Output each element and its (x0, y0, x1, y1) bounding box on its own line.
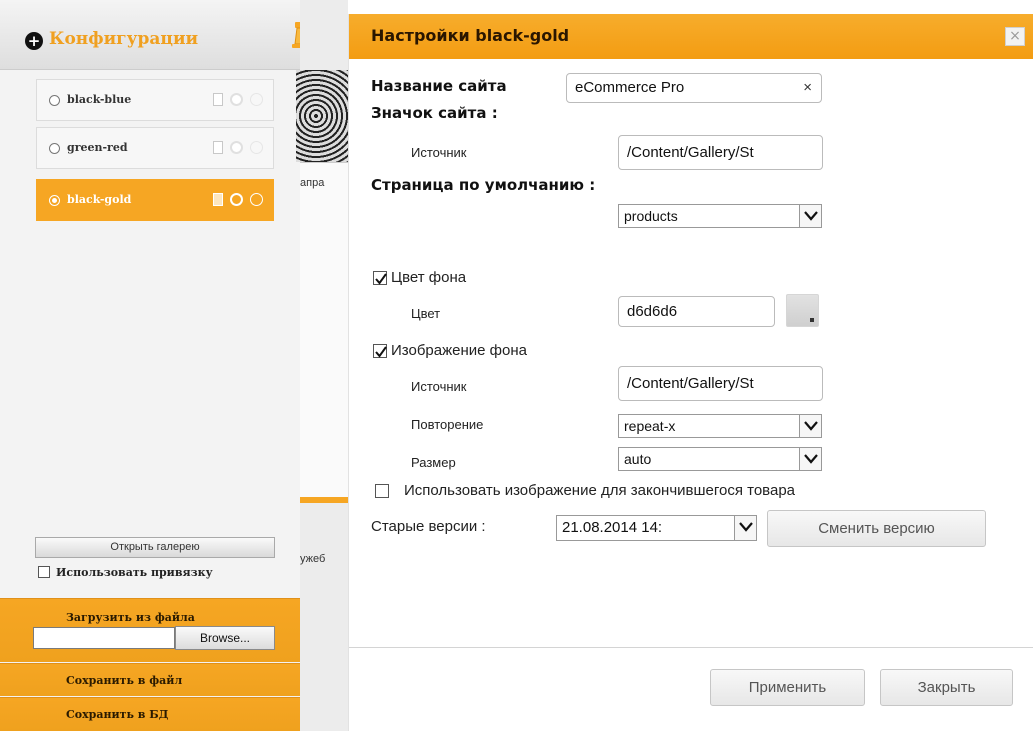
config-item-label: black-blue (67, 93, 132, 106)
bg-source-label: Источник (411, 379, 467, 394)
chevron-down-icon[interactable] (799, 415, 821, 437)
old-version-select[interactable]: 21.08.2014 14: (556, 515, 757, 541)
checkmark-icon (375, 346, 387, 358)
configurations-panel: + Конфигурации black-blue green-red blac… (0, 0, 312, 731)
edit-icon[interactable] (230, 92, 244, 106)
config-radio[interactable] (49, 195, 60, 206)
size-label: Размер (411, 455, 456, 470)
dialog-footer-divider (349, 647, 1033, 648)
config-item-black-blue[interactable]: black-blue (36, 79, 274, 121)
copy-icon[interactable] (213, 192, 224, 206)
copy-icon[interactable] (213, 140, 224, 154)
delete-icon[interactable] (250, 192, 263, 206)
old-version-value: 21.08.2014 14: (562, 519, 663, 536)
site-name-value: eCommerce Pro (575, 79, 685, 96)
repeat-select[interactable]: repeat-x (618, 414, 822, 438)
color-picker-button[interactable] (786, 294, 819, 327)
default-page-select[interactable]: products (618, 204, 822, 228)
size-select[interactable]: auto (618, 447, 822, 471)
default-page-label: Страница по умолчанию : (371, 176, 596, 194)
bg-color-checkbox[interactable] (373, 271, 387, 285)
chevron-down-icon[interactable] (799, 448, 821, 470)
old-versions-label: Старые версии : (371, 518, 486, 535)
upload-section: Загрузить из файла Browse... (0, 598, 300, 662)
site-icon-label: Значок сайта : (371, 104, 498, 122)
config-item-label: black-gold (67, 193, 132, 206)
open-gallery-button[interactable]: Открыть галерею (35, 537, 275, 558)
change-version-button[interactable]: Сменить версию (767, 510, 986, 547)
edit-icon[interactable] (230, 192, 244, 206)
checkmark-icon (375, 273, 387, 285)
upload-label: Загрузить из файла (66, 611, 195, 624)
browse-button[interactable]: Browse... (175, 626, 275, 650)
dialog-title: Настройки black-gold (371, 26, 570, 45)
icon-source-input[interactable]: /Content/Gallery/St (618, 135, 823, 170)
save-to-file-button[interactable]: Сохранить в файл (0, 663, 300, 696)
clear-icon[interactable]: × (803, 74, 812, 102)
site-name-input[interactable]: eCommerce Pro × (566, 73, 822, 103)
background-accent-line (300, 497, 348, 503)
settings-dialog: Настройки black-gold × Название сайта eC… (348, 14, 1033, 731)
bg-image-checkbox[interactable] (373, 344, 387, 358)
delete-icon[interactable] (250, 92, 263, 106)
size-value: auto (624, 451, 652, 467)
color-input[interactable]: d6d6d6 (618, 296, 775, 327)
background-swirl-image (296, 70, 348, 162)
configurations-title: Конфигурации (49, 29, 199, 49)
color-label: Цвет (411, 306, 441, 321)
configurations-header: + Конфигурации (0, 0, 300, 70)
icon-source-label: Источник (411, 145, 467, 160)
site-name-label: Название сайта (371, 77, 507, 95)
file-path-input[interactable] (33, 627, 175, 649)
background-text: ужеб (300, 553, 326, 565)
edit-icon[interactable] (230, 140, 244, 154)
repeat-value: repeat-x (624, 418, 676, 434)
copy-icon[interactable] (213, 92, 224, 106)
chevron-down-icon[interactable] (799, 205, 821, 227)
use-binding-row[interactable]: Использовать привязку (38, 566, 213, 579)
chevron-down-icon[interactable] (734, 516, 756, 540)
background-card (300, 162, 348, 502)
save-to-db-label: Сохранить в БД (66, 708, 169, 721)
background-text: апра (300, 177, 325, 189)
sold-out-image-checkbox[interactable] (375, 484, 389, 498)
bg-image-checkbox-label: Изображение фона (391, 342, 527, 359)
apply-button[interactable]: Применить (710, 669, 865, 706)
repeat-label: Повторение (411, 417, 484, 432)
dialog-titlebar[interactable]: Настройки black-gold × (349, 14, 1033, 59)
config-radio[interactable] (49, 143, 60, 154)
close-button[interactable]: Закрыть (880, 669, 1013, 706)
bg-color-checkbox-label: Цвет фона (391, 269, 467, 286)
save-to-db-button[interactable]: Сохранить в БД (0, 697, 300, 731)
delete-icon[interactable] (250, 140, 263, 154)
use-binding-label: Использовать привязку (56, 566, 213, 579)
default-page-value: products (624, 208, 678, 224)
close-icon[interactable]: × (1005, 27, 1025, 46)
config-radio[interactable] (49, 95, 60, 106)
save-to-file-label: Сохранить в файл (66, 674, 183, 687)
sold-out-image-label: Использовать изображение для закончившег… (404, 482, 796, 499)
bg-source-input[interactable]: /Content/Gallery/St (618, 366, 823, 401)
config-item-label: green-red (67, 141, 128, 154)
add-config-icon[interactable]: + (25, 32, 43, 50)
use-binding-checkbox[interactable] (38, 566, 50, 578)
config-item-green-red[interactable]: green-red (36, 127, 274, 169)
config-item-black-gold[interactable]: black-gold (36, 179, 274, 221)
